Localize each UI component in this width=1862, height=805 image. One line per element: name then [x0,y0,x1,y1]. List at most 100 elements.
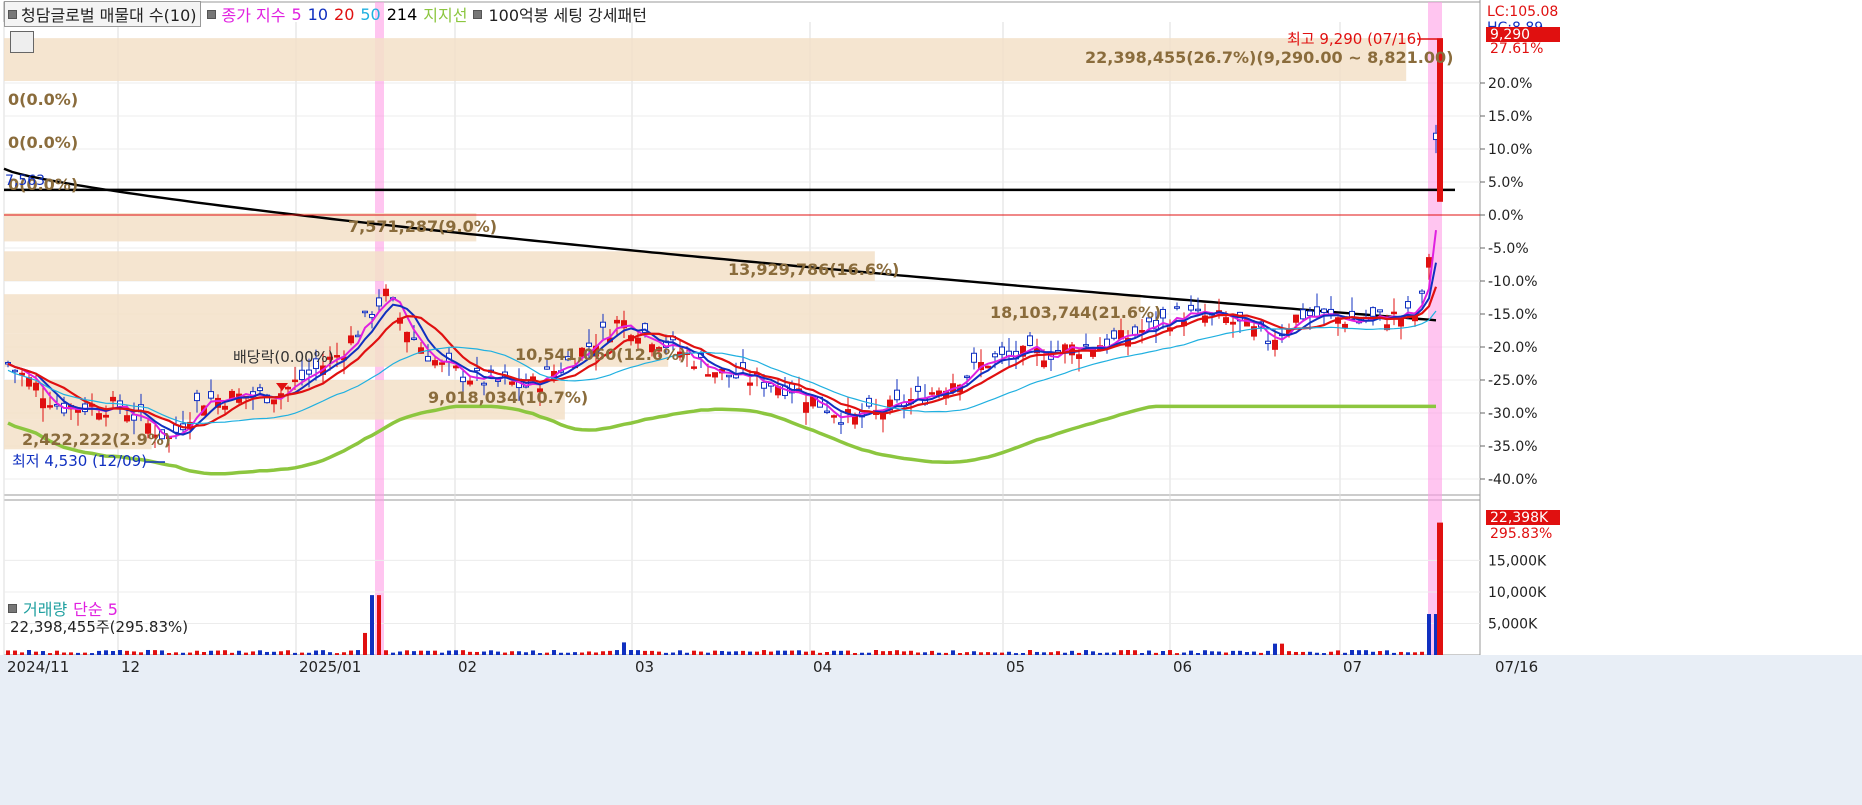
chart-canvas[interactable]: 2024/11 12 2025/01 02 03 04 05 06 07 07/16 20.0% 15… [0,0,1862,805]
volume-bar [1437,522,1443,655]
volume-bar [349,650,353,655]
volume-bar [461,650,465,655]
x-tick-label: 03 [635,658,654,676]
volume-bar [69,652,73,655]
candle [929,392,935,395]
volume-bar [1378,651,1382,655]
volume-bar [1070,650,1074,655]
ma-period-214: 214 [386,4,418,24]
candle [257,387,263,392]
y-tick-label: -35.0% [1488,439,1538,455]
candle [971,352,977,363]
volume-bar [1392,652,1396,655]
candle [124,415,130,422]
candle [964,375,970,379]
x-tick-label: 07/16 [1495,658,1538,676]
candle [894,389,900,401]
candle [1265,340,1271,345]
volume-bar [1322,653,1326,655]
volume-bar [321,650,325,655]
volume-bar [125,650,129,655]
pattern-toggle-icon[interactable] [473,9,483,19]
volume-bar [790,650,794,655]
volume-bar [1077,652,1081,655]
candle [1314,306,1320,317]
candle [96,413,102,420]
volume-bar [440,652,444,655]
volume-bar [41,651,45,655]
volume-bar [223,650,227,655]
candle [299,369,305,381]
calculator-icon[interactable] [10,31,34,53]
volume-bar [1014,653,1018,655]
volume-bar [510,651,514,655]
volume-toggle-icon[interactable] [8,603,17,613]
stock-chart[interactable]: 2024/11 12 2025/01 02 03 04 05 06 07 07/16 20.0% 15… [0,0,1862,805]
volume-bar [986,652,990,655]
volume-bar [1189,650,1193,655]
indicator-toggle-icon[interactable] [8,9,17,19]
volume-bar [447,650,451,655]
candle [635,337,641,344]
volume-bar [594,652,598,655]
volume-bar [923,652,927,655]
volume-bar [1035,651,1039,655]
volume-bar [237,650,241,655]
candle [383,288,389,297]
ma-period-5: 5 [291,4,302,24]
volume-bar [930,650,934,655]
ma-period-50: 50 [360,4,381,24]
volume-bar [314,650,318,655]
ma-toggle-icon[interactable] [206,9,216,19]
x-tick-label: 2025/01 [299,658,361,676]
low-annotation: 최저 4,530 (12/09) [12,452,147,470]
candle [712,372,718,378]
candle [838,422,844,425]
candle [369,313,375,319]
volume-bar [139,652,143,655]
y-tick-label: -25.0% [1488,373,1538,389]
volume-bar [1175,653,1179,655]
volume-bar [286,650,290,655]
volume-bar [951,650,955,655]
profile-indicator-tag[interactable]: 청담글로벌 매물대 수(10) [4,1,201,27]
y-tick-label: 20.0% [1488,76,1532,92]
volume-bar [195,650,199,655]
candle [404,331,410,343]
candle [460,376,466,383]
volume-bar [1287,651,1291,655]
volume-bar [202,652,206,655]
volume-bar [90,653,94,655]
volume-bar [1238,650,1242,655]
candle [1419,290,1425,294]
volume-pct-badge: 295.83% [1490,526,1552,542]
candle [1328,308,1334,315]
candle [726,374,732,378]
volume-bar [62,652,66,655]
volume-bar [846,650,850,655]
volume-bar [909,650,913,655]
profile-indicator-label: 청담글로벌 매물대 수(10) [21,6,197,25]
volume-bar [118,650,122,655]
volume-bar [657,651,661,655]
volume-bar [1406,652,1410,655]
volume-bar [1126,649,1130,655]
candle [761,381,767,389]
volume-bar [608,650,612,655]
candle [411,337,417,341]
volume-bar [496,651,500,655]
candle [425,355,431,362]
candle [12,369,18,373]
ma-period-20: 20 [334,4,355,24]
ref-price-label: 7,563 [5,173,45,189]
candle [33,382,39,391]
profile-label: 13,929,786(16.6%) [728,260,899,279]
high-annotation: 최고 9,290 (07/16) [1287,30,1422,48]
volume-bar [230,652,234,655]
volume-bar [1000,652,1004,655]
volume-bar [1119,650,1123,655]
candle [614,319,620,324]
volume-bar [531,650,535,655]
volume-badge: 22,398K [1490,510,1549,526]
candle [439,362,445,365]
